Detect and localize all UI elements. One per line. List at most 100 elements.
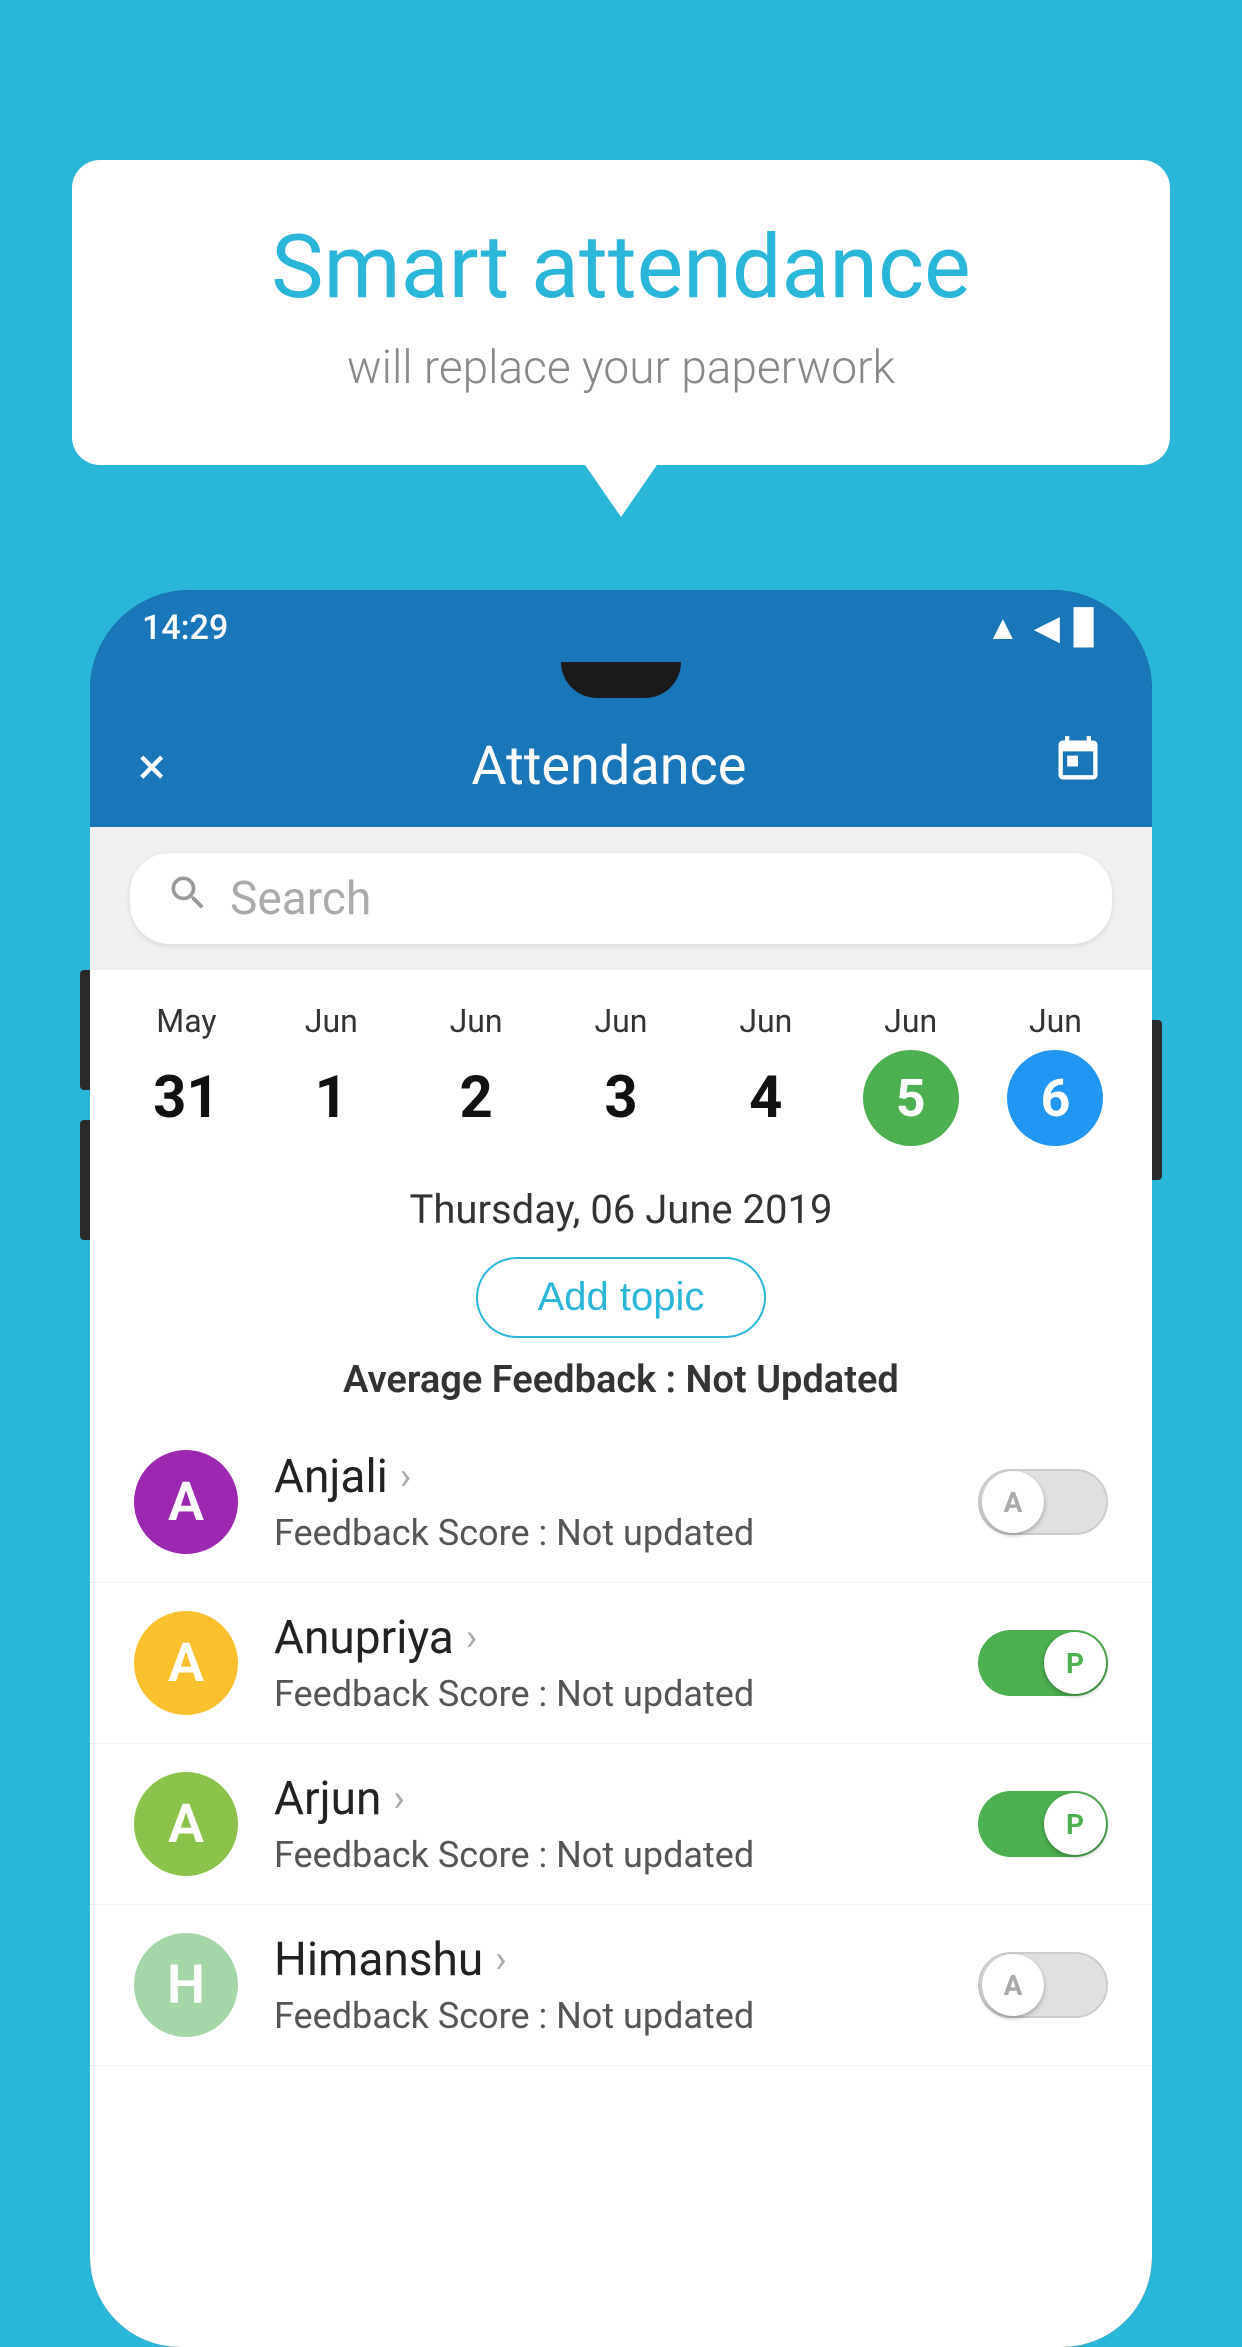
phone-screen: Search May 31 Jun 1 Jun 2 Jun 3 Jun 4 Jun 5 Jun 6 Thu… [90,827,1152,2347]
signal-icon: ◀ [1034,608,1060,648]
chevron-icon: › [495,1938,506,1982]
cal-month-label: Jun [305,1002,358,1040]
cal-month-label: May [156,1002,216,1040]
search-bar-container: Search [90,827,1152,970]
search-input[interactable]: Search [230,872,371,926]
student-avatar: H [134,1933,238,2037]
avg-feedback: Average Feedback : Not Updated [130,1358,1112,1402]
phone-frame: 14:29 ▲ ◀ ▊ × Attendance [90,590,1152,2208]
student-name-text: Arjun [274,1772,381,1826]
app-title: Attendance [471,735,746,798]
student-item: A Anupriya › Feedback Score : Not updated P [90,1583,1152,1744]
search-bar[interactable]: Search [130,853,1112,944]
toggle-container: P [978,1630,1108,1696]
student-item: A Arjun › Feedback Score : Not updated P [90,1744,1152,1905]
student-name[interactable]: Anjali › [274,1450,958,1504]
chevron-icon: › [393,1777,404,1821]
cal-month-label: Jun [594,1002,647,1040]
feedback-value: Not updated [556,1512,754,1554]
attendance-toggle[interactable]: P [978,1791,1108,1857]
avg-feedback-value: Not Updated [685,1358,898,1402]
student-name-text: Anupriya [274,1611,454,1665]
attendance-toggle[interactable]: P [978,1630,1108,1696]
date-info: Thursday, 06 June 2019 Add topic Average… [90,1166,1152,1422]
cal-day-number: 3 [573,1050,669,1146]
cal-day-number: 31 [138,1050,234,1146]
search-icon [166,871,210,926]
calendar-day[interactable]: Jun 6 [1007,1002,1103,1146]
student-info: Anupriya › Feedback Score : Not updated [274,1611,958,1715]
feedback-label: Feedback Score : [274,1512,547,1554]
student-info: Himanshu › Feedback Score : Not updated [274,1933,958,2037]
cal-day-number: 5 [863,1050,959,1146]
student-feedback: Feedback Score : Not updated [274,1673,958,1715]
notch [561,662,681,698]
student-name-text: Anjali [274,1450,388,1504]
student-avatar: A [134,1450,238,1554]
student-item: A Anjali › Feedback Score : Not updated A [90,1422,1152,1583]
cal-day-number: 6 [1007,1050,1103,1146]
calendar-day[interactable]: Jun 1 [283,1002,379,1146]
calendar-day[interactable]: Jun 2 [428,1002,524,1146]
toggle-container: A [978,1469,1108,1535]
toggle-container: P [978,1791,1108,1857]
feedback-value: Not updated [556,1673,754,1715]
calendar-day[interactable]: Jun 3 [573,1002,669,1146]
student-item: H Himanshu › Feedback Score : Not updated A [90,1905,1152,2066]
student-name-text: Himanshu [274,1933,483,1987]
phone-outer: 14:29 ▲ ◀ ▊ × Attendance [90,590,1152,2347]
student-feedback: Feedback Score : Not updated [274,1995,958,2037]
chevron-icon: › [400,1455,411,1499]
cal-day-number: 1 [283,1050,379,1146]
feedback-label: Feedback Score : [274,1834,547,1876]
calendar-row: May 31 Jun 1 Jun 2 Jun 3 Jun 4 Jun 5 Jun 6 [90,970,1152,1166]
avg-feedback-label: Average Feedback : [343,1358,676,1402]
add-topic-button[interactable]: Add topic [476,1257,767,1338]
toggle-knob: A [982,1471,1044,1533]
cal-month-label: Jun [884,1002,937,1040]
student-list: AAnjali›Feedback Score : Not updatedAAAn… [90,1422,1152,2066]
calendar-day[interactable]: Jun 5 [863,1002,959,1146]
student-name[interactable]: Arjun › [274,1772,958,1826]
calendar-button[interactable] [1052,734,1104,799]
student-avatar: A [134,1611,238,1715]
cal-month-label: Jun [450,1002,503,1040]
battery-icon: ▊ [1074,608,1100,648]
cal-month-label: Jun [739,1002,792,1040]
calendar-day[interactable]: Jun 4 [718,1002,814,1146]
date-full: Thursday, 06 June 2019 [130,1186,1112,1233]
chevron-icon: › [466,1616,477,1660]
calendar-day[interactable]: May 31 [138,1002,234,1146]
speech-bubble-container: Smart attendance will replace your paper… [72,160,1170,465]
attendance-toggle[interactable]: A [978,1952,1108,2018]
speech-bubble-title: Smart attendance [152,220,1090,317]
feedback-label: Feedback Score : [274,1673,547,1715]
cal-month-label: Jun [1029,1002,1082,1040]
toggle-knob: A [982,1954,1044,2016]
app-bar: × Attendance [90,706,1152,827]
notch-area [90,662,1152,706]
feedback-label: Feedback Score : [274,1995,547,2037]
attendance-toggle[interactable]: A [978,1469,1108,1535]
student-info: Anjali › Feedback Score : Not updated [274,1450,958,1554]
toggle-container: A [978,1952,1108,2018]
student-avatar: A [134,1772,238,1876]
feedback-value: Not updated [556,1834,754,1876]
close-button[interactable]: × [138,736,166,797]
speech-bubble: Smart attendance will replace your paper… [72,160,1170,465]
status-time: 14:29 [142,608,228,648]
student-feedback: Feedback Score : Not updated [274,1512,958,1554]
student-name[interactable]: Anupriya › [274,1611,958,1665]
student-feedback: Feedback Score : Not updated [274,1834,958,1876]
cal-day-number: 4 [718,1050,814,1146]
wifi-icon: ▲ [986,608,1020,648]
toggle-knob: P [1044,1793,1106,1855]
status-icons: ▲ ◀ ▊ [986,608,1100,648]
toggle-knob: P [1044,1632,1106,1694]
feedback-value: Not updated [556,1995,754,2037]
student-name[interactable]: Himanshu › [274,1933,958,1987]
student-info: Arjun › Feedback Score : Not updated [274,1772,958,1876]
speech-bubble-subtitle: will replace your paperwork [152,341,1090,395]
status-bar: 14:29 ▲ ◀ ▊ [90,590,1152,662]
cal-day-number: 2 [428,1050,524,1146]
